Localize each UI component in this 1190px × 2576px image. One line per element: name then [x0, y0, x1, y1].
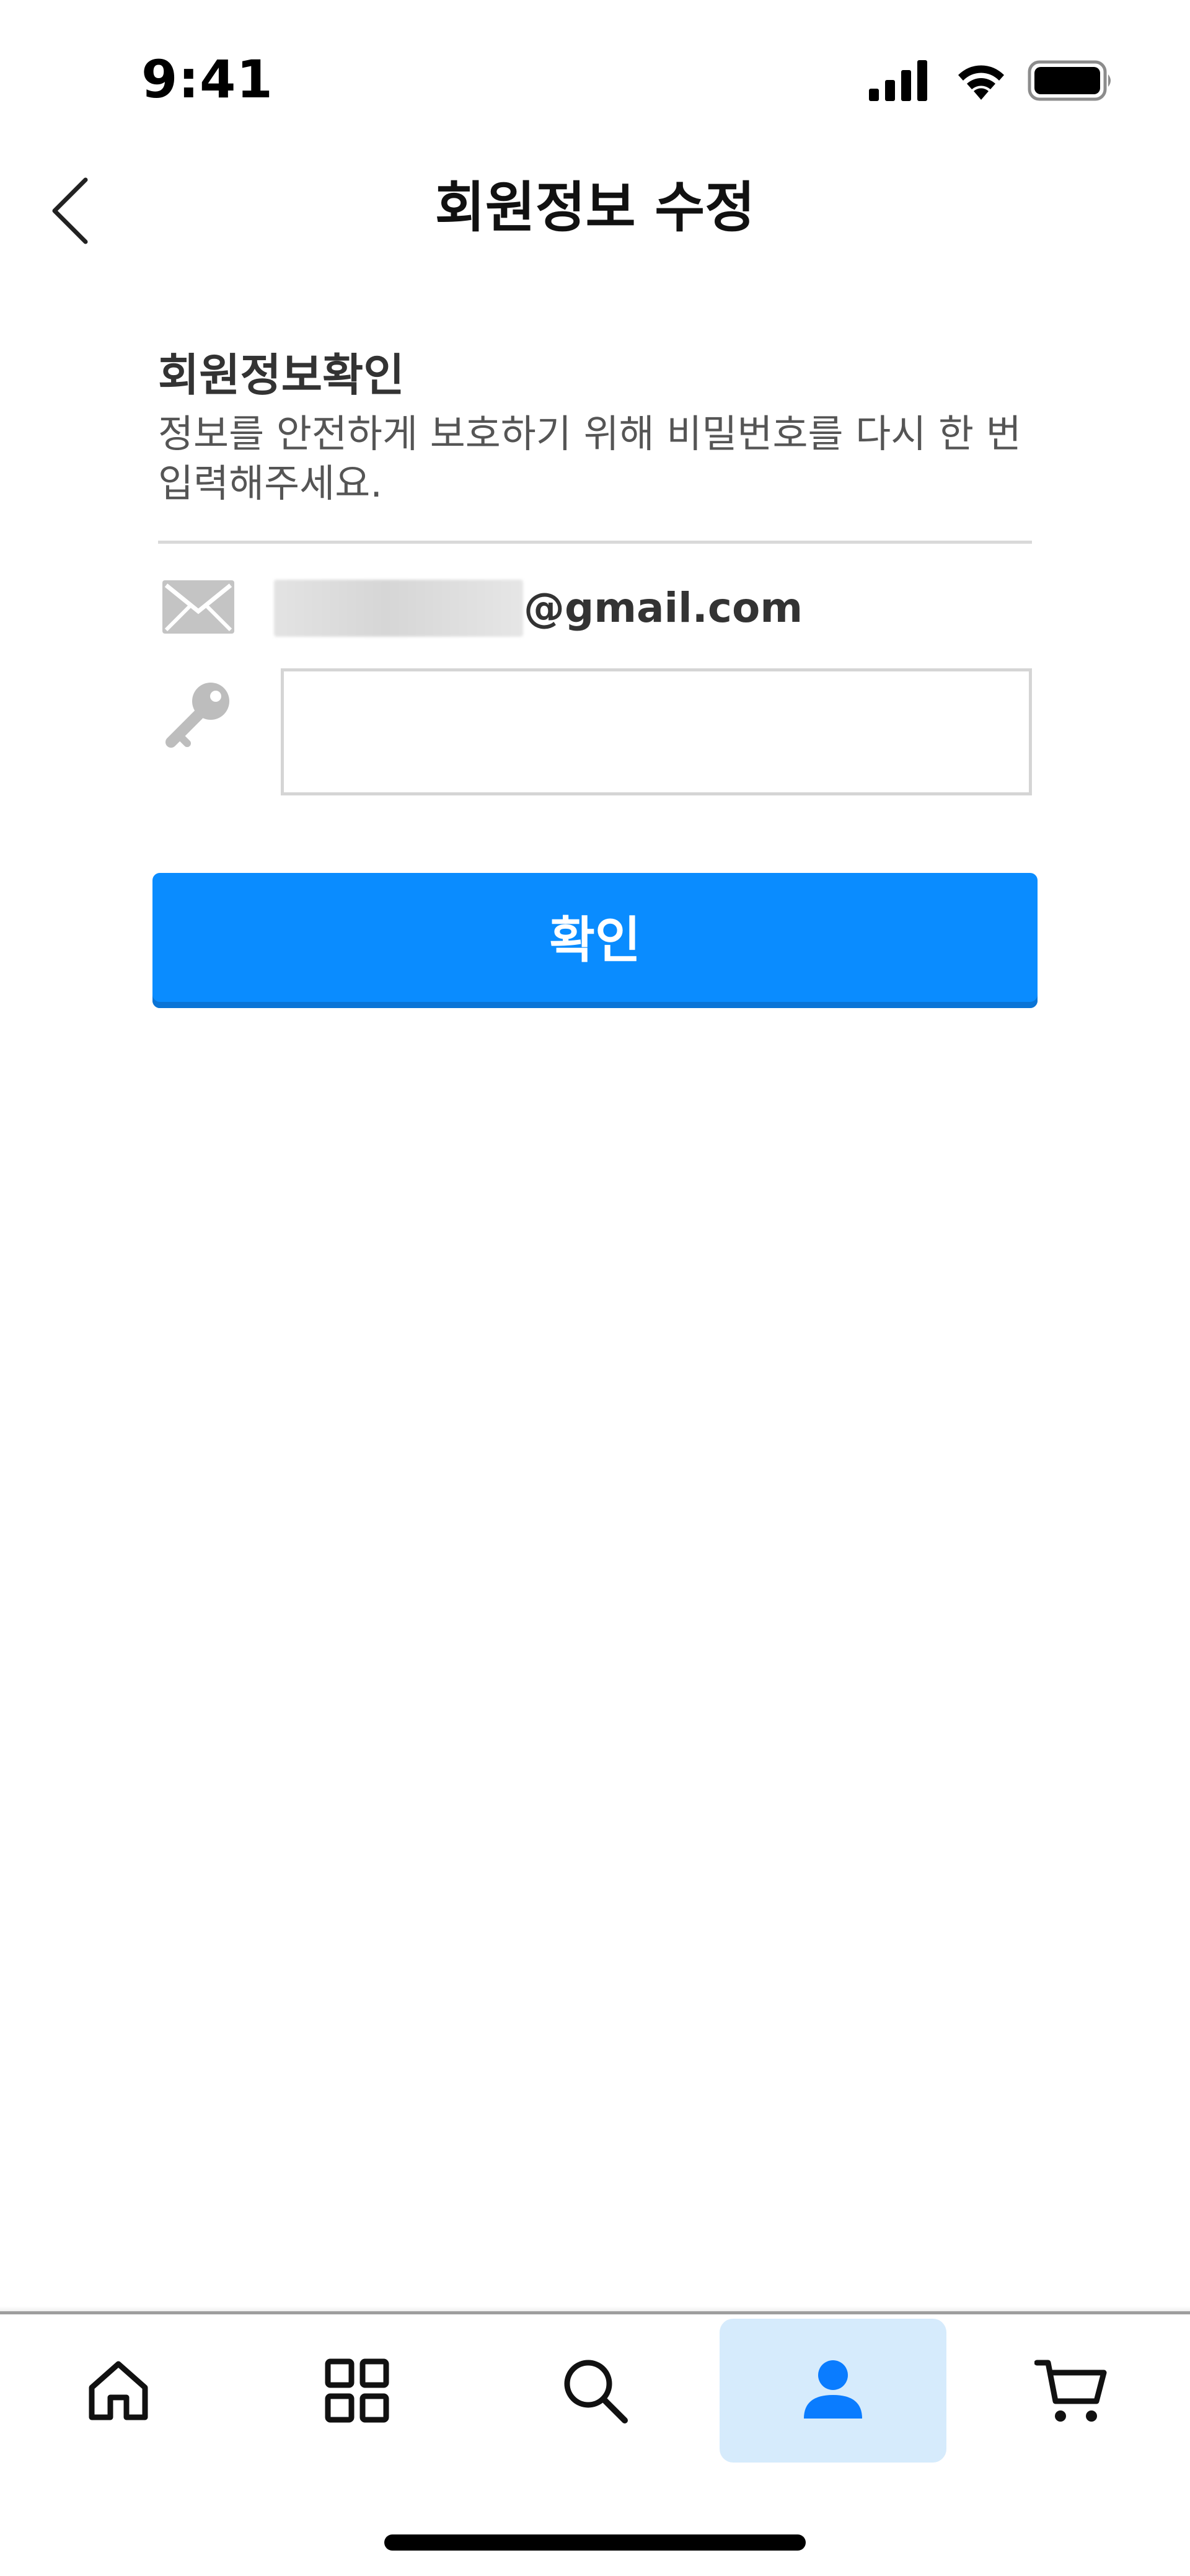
person-icon [804, 2360, 862, 2419]
tab-cart[interactable] [958, 2319, 1185, 2463]
status-time: 9:41 [141, 49, 273, 110]
tabbar-divider [0, 2311, 1190, 2314]
email-username-redacted [274, 580, 523, 637]
divider [158, 541, 1032, 544]
status-icons [868, 59, 1116, 102]
battery-icon [1028, 60, 1111, 101]
tab-categories[interactable] [244, 2319, 470, 2463]
home-indicator [384, 2534, 806, 2551]
tab-profile[interactable] [720, 2319, 946, 2463]
wifi-icon [958, 65, 1004, 100]
confirm-button[interactable]: 확인 [152, 873, 1038, 1008]
cellular-signal-icon [869, 60, 927, 101]
screen: 9:41 회원정보 수정 회원정보확인 정보를 안전하게 보호하기 위해 비밀번… [0, 0, 1190, 2576]
mail-icon [162, 580, 234, 634]
search-icon [564, 2360, 628, 2423]
page-title: 회원정보 수정 [434, 175, 756, 239]
grid-icon [325, 2358, 389, 2423]
email-domain: @gmail.com [524, 584, 803, 632]
tab-home[interactable] [5, 2319, 232, 2463]
tab-search[interactable] [482, 2319, 708, 2463]
cart-icon [1034, 2360, 1107, 2422]
section-description: 정보를 안전하게 보호하기 위해 비밀번호를 다시 한 번 입력해주세요. [158, 411, 1021, 506]
password-input[interactable] [281, 668, 1032, 795]
home-icon [89, 2361, 148, 2420]
section-title: 회원정보확인 [158, 349, 405, 401]
key-icon [165, 683, 229, 748]
